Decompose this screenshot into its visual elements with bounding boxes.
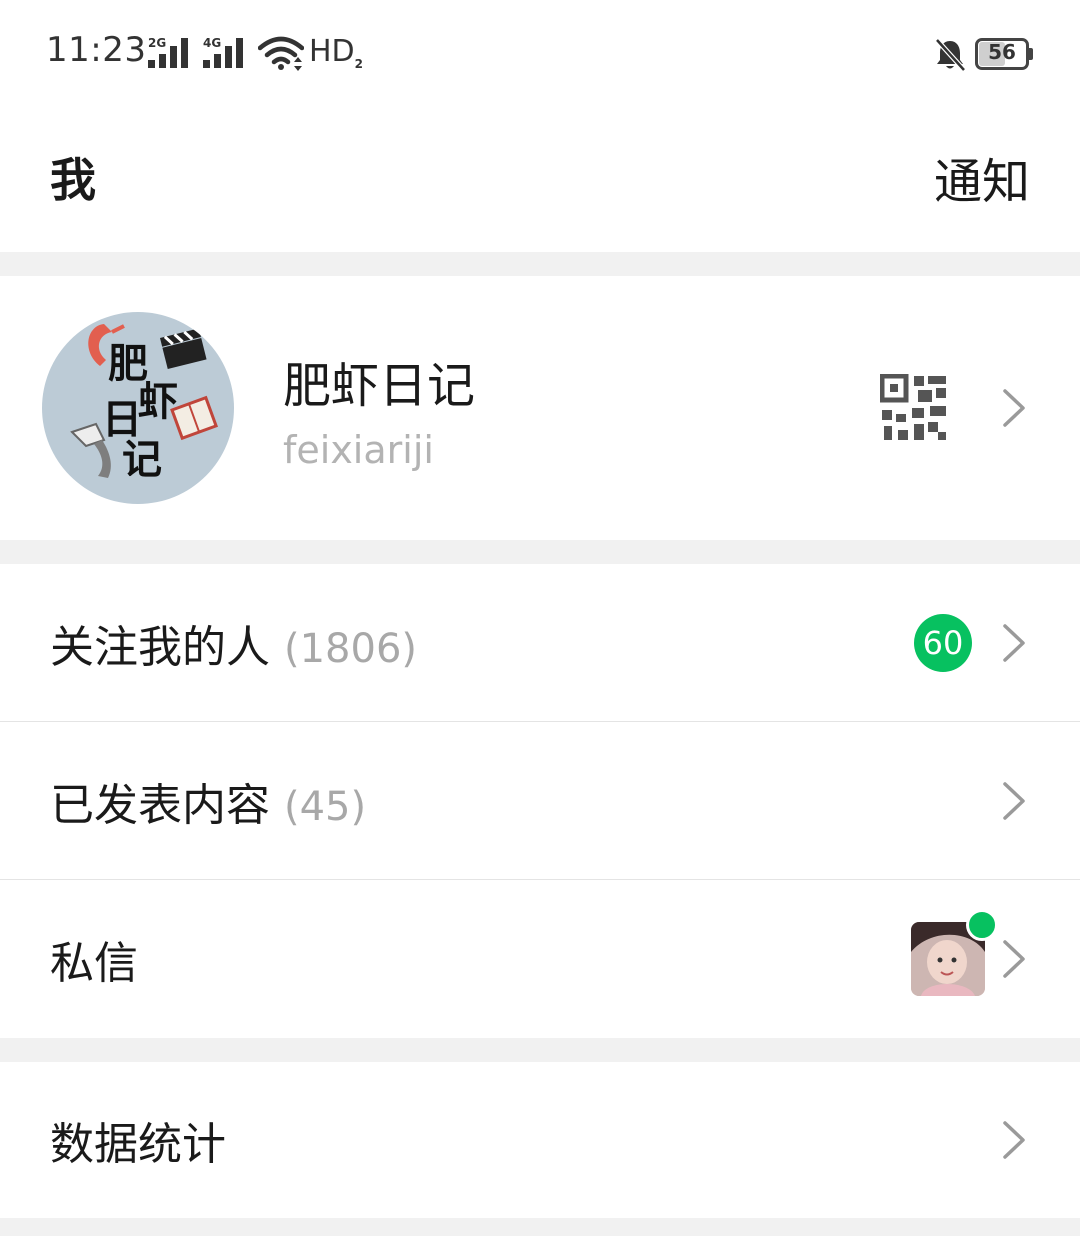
avatar-char-2: 虾 <box>138 379 178 425</box>
section-divider <box>0 1038 1080 1062</box>
chevron-right-icon <box>1003 624 1025 662</box>
profile-id: feixiariji <box>283 428 434 472</box>
me-page: 11:23 2G 4G HD2 56 我 通知 肥 虾 日 记 肥虾日记 fei… <box>0 0 1080 1236</box>
followers-label: 关注我的人 (1806) <box>50 611 417 675</box>
signal-4g-icon: 4G <box>203 36 251 70</box>
hd-indicator: HD2 <box>309 34 363 71</box>
messages-row[interactable]: 私信 <box>0 880 1080 1038</box>
stats-row[interactable]: 数据统计 <box>0 1062 1080 1218</box>
chevron-right-icon <box>1003 389 1025 427</box>
battery-level: 56 <box>988 40 1016 64</box>
published-row[interactable]: 已发表内容 (45) <box>0 722 1080 880</box>
chevron-right-icon <box>1003 782 1025 820</box>
hd-label: HD <box>309 34 355 69</box>
wifi-icon <box>258 36 304 71</box>
mute-bell-icon <box>935 38 966 72</box>
avatar-char-1: 肥 <box>108 341 148 387</box>
followers-text: 关注我的人 <box>50 622 270 673</box>
signal-2g-icon: 2G <box>148 36 196 70</box>
qr-code-icon[interactable] <box>880 374 948 442</box>
page-header: 我 通知 <box>0 110 1080 252</box>
followers-count: (1806) <box>284 626 418 672</box>
battery-icon: 56 <box>975 38 1033 70</box>
followers-row[interactable]: 关注我的人 (1806) 60 <box>0 564 1080 722</box>
published-text: 已发表内容 <box>50 780 270 831</box>
avatar-char-3: 日 <box>102 397 142 443</box>
published-label: 已发表内容 (45) <box>50 769 366 833</box>
chevron-right-icon <box>1003 1121 1025 1159</box>
page-title: 我 <box>50 153 96 207</box>
status-bar: 11:23 2G 4G HD2 56 <box>0 0 1080 110</box>
messages-label: 私信 <box>50 938 138 989</box>
hd-sub-label: 2 <box>354 57 364 71</box>
avatar[interactable]: 肥 虾 日 记 <box>42 312 234 504</box>
unread-dot <box>966 909 998 941</box>
published-count: (45) <box>284 784 367 830</box>
section-divider <box>0 1218 1080 1236</box>
section-divider <box>0 540 1080 564</box>
new-followers-badge: 60 <box>914 614 972 672</box>
notifications-button[interactable]: 通知 <box>934 142 1030 212</box>
stats-label: 数据统计 <box>50 1119 226 1170</box>
chevron-right-icon <box>1003 940 1025 978</box>
profile-name: 肥虾日记 <box>283 358 476 414</box>
section-divider <box>0 252 1080 276</box>
status-time: 11:23 <box>46 30 147 70</box>
avatar-char-4: 记 <box>122 437 162 483</box>
profile-card[interactable]: 肥 虾 日 记 肥虾日记 feixiariji <box>0 276 1080 540</box>
